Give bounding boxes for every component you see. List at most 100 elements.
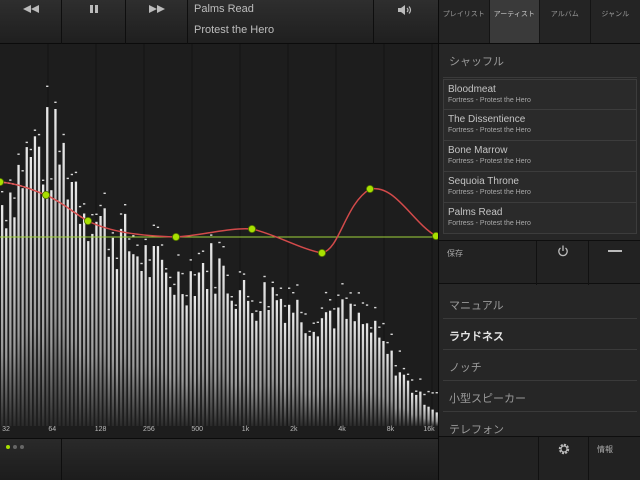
tab-2[interactable]: アルバム bbox=[540, 0, 591, 43]
spectrum-analyzer[interactable] bbox=[0, 44, 438, 438]
peak-marker bbox=[234, 304, 237, 306]
peak-marker bbox=[402, 367, 406, 370]
track-row[interactable]: Palms Read Fortress - Protest the Hero bbox=[443, 203, 637, 234]
spectrum-bar bbox=[83, 213, 86, 426]
eq-node[interactable] bbox=[0, 178, 4, 186]
track-row[interactable]: Bloodmeat Fortress - Protest the Hero bbox=[443, 79, 637, 110]
peak-marker bbox=[349, 292, 352, 294]
preset-item[interactable]: 小型スピーカー bbox=[443, 381, 637, 412]
freq-label: 500 bbox=[191, 426, 204, 433]
peak-marker bbox=[99, 204, 102, 207]
spectrum-bar bbox=[427, 406, 430, 426]
peak-marker bbox=[119, 213, 123, 215]
eq-node[interactable] bbox=[171, 232, 180, 241]
shuffle-button[interactable]: シャッフル bbox=[443, 46, 637, 78]
track-name: Bloodmeat bbox=[448, 84, 496, 95]
track-name: Palms Read bbox=[448, 207, 503, 218]
spectrum-bar bbox=[259, 311, 262, 426]
peak-marker bbox=[259, 301, 262, 304]
power-button[interactable] bbox=[537, 241, 589, 285]
volume-icon bbox=[398, 5, 412, 15]
peak-marker bbox=[177, 254, 180, 256]
spectrum-bar bbox=[115, 269, 119, 426]
eq-node[interactable] bbox=[247, 224, 256, 233]
page-dot[interactable] bbox=[6, 445, 10, 449]
spectrum-bar bbox=[119, 228, 123, 426]
peak-marker bbox=[124, 204, 127, 206]
save-button[interactable]: 保存 bbox=[439, 241, 537, 285]
peak-marker bbox=[406, 373, 410, 375]
track-row[interactable]: Sequoia Throne Fortress - Protest the Her… bbox=[443, 172, 637, 203]
spectrum-bar bbox=[99, 216, 102, 426]
peak-marker bbox=[288, 287, 291, 289]
spectrum-bar bbox=[242, 280, 246, 426]
eq-node[interactable] bbox=[317, 248, 326, 257]
spectrum-bar bbox=[296, 299, 299, 426]
peak-marker bbox=[136, 244, 139, 246]
peak-marker bbox=[115, 257, 119, 259]
peak-marker bbox=[140, 262, 143, 265]
spectrum-bar bbox=[423, 404, 426, 426]
page-dot[interactable] bbox=[13, 445, 17, 449]
spectrum-bar bbox=[21, 188, 24, 426]
spectrum-bar bbox=[173, 294, 176, 426]
track-name: Bone Marrow bbox=[448, 145, 508, 156]
track-album-artist: Fortress - Protest the Hero bbox=[448, 189, 531, 196]
peak-marker bbox=[394, 365, 397, 367]
spectrum-bar bbox=[226, 293, 229, 426]
spectrum-bar bbox=[238, 290, 242, 426]
spectrum-bar bbox=[124, 213, 127, 426]
spectrum-bar bbox=[66, 199, 69, 426]
spectrum-bar bbox=[292, 312, 295, 426]
spectrum-bar bbox=[431, 409, 434, 426]
fast-forward-button[interactable] bbox=[126, 0, 188, 44]
peak-marker bbox=[296, 284, 299, 286]
peak-marker bbox=[226, 274, 229, 276]
spectrum-bar bbox=[337, 307, 340, 426]
tab-1[interactable]: アーティスト bbox=[489, 0, 540, 43]
spectrum-bar bbox=[361, 324, 365, 426]
track-row[interactable]: Bone Marrow Fortress - Protest the Hero bbox=[443, 141, 637, 172]
spectrum-bar bbox=[357, 312, 360, 426]
track-name: Sequoia Throne bbox=[448, 176, 519, 187]
bottom-bar bbox=[0, 438, 438, 480]
spectrum-bar bbox=[234, 308, 237, 426]
spectrum-bar bbox=[288, 304, 291, 426]
peak-marker bbox=[341, 283, 344, 285]
spectrum-bar bbox=[128, 251, 131, 426]
peak-marker bbox=[386, 341, 389, 344]
track-album-artist: Fortress - Protest the Hero bbox=[448, 127, 531, 134]
spectrum-bar bbox=[189, 271, 192, 426]
remove-preset-button[interactable] bbox=[589, 241, 640, 285]
bottom-right-bar: 情報 bbox=[439, 436, 640, 480]
peak-marker bbox=[197, 252, 201, 255]
eq-node[interactable] bbox=[365, 184, 374, 193]
page-dot[interactable] bbox=[20, 445, 24, 449]
preset-item[interactable]: ラウドネス bbox=[443, 319, 637, 350]
page-indicator[interactable] bbox=[0, 439, 62, 480]
spectrum-bar bbox=[247, 300, 250, 426]
preset-item[interactable]: ノッチ bbox=[443, 350, 637, 381]
eq-node[interactable] bbox=[42, 190, 51, 199]
tab-3[interactable]: ジャンル bbox=[591, 0, 640, 43]
info-button[interactable]: 情報 bbox=[589, 437, 640, 480]
peak-marker bbox=[62, 133, 65, 136]
tab-0[interactable]: プレイリスト bbox=[439, 0, 490, 43]
empty-slot bbox=[439, 437, 539, 480]
settings-button[interactable] bbox=[539, 437, 589, 480]
peak-marker bbox=[329, 299, 332, 301]
spectrum-bar bbox=[5, 228, 8, 426]
spectrum-bar bbox=[165, 272, 168, 426]
spectrum-bar bbox=[271, 287, 274, 426]
volume-button[interactable] bbox=[374, 0, 438, 44]
eq-node[interactable] bbox=[84, 216, 93, 225]
spectrum-bar bbox=[160, 259, 164, 426]
preset-item[interactable]: マニュアル bbox=[443, 288, 637, 319]
spectrum-bar bbox=[156, 246, 160, 426]
pause-button[interactable] bbox=[62, 0, 126, 44]
peak-marker bbox=[218, 241, 221, 244]
peak-marker bbox=[42, 179, 45, 181]
spectrum-bar bbox=[333, 328, 336, 426]
track-row[interactable]: The Dissentience Fortress - Protest the H… bbox=[443, 110, 637, 141]
rewind-button[interactable] bbox=[0, 0, 62, 44]
